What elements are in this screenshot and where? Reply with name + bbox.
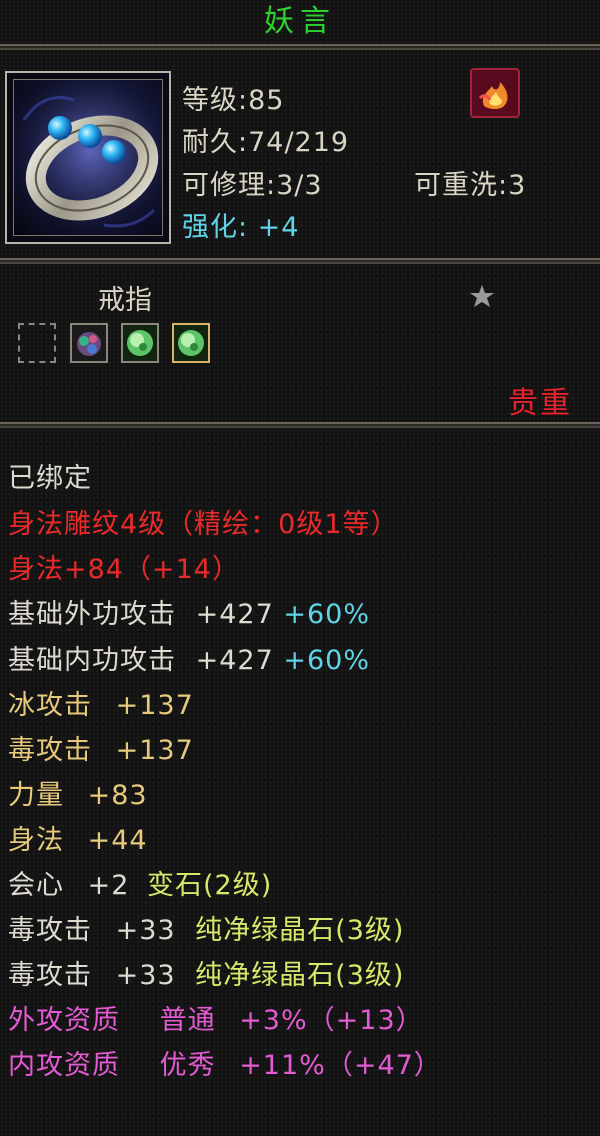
ext-aptitude-line: 外攻资质 普通 +3%（+13） bbox=[8, 998, 424, 1037]
attr-label: 毒攻击 bbox=[8, 735, 92, 766]
ext-attack-line: 基础外功攻击 +427 +60% bbox=[8, 592, 370, 631]
attr-value: +33 bbox=[115, 915, 176, 946]
attr-label: 外攻资质 bbox=[8, 1005, 120, 1036]
attr-grade: 普通 bbox=[159, 1005, 216, 1036]
attr-value: +3%（+13） bbox=[239, 1005, 424, 1036]
bound-status: 已绑定 bbox=[8, 463, 92, 494]
attr-value: +137 bbox=[115, 735, 194, 766]
attr-value: +427 bbox=[195, 599, 274, 630]
attr-gem: 纯净绿晶石(3级) bbox=[195, 960, 405, 991]
attr-label: 毒攻击 bbox=[8, 960, 92, 991]
int-aptitude-line: 内攻资质 优秀 +11%（+47） bbox=[8, 1043, 442, 1082]
attr-value: +44 bbox=[87, 825, 148, 856]
gem-slot-empty[interactable] bbox=[18, 323, 56, 363]
attr-label: 冰攻击 bbox=[8, 690, 92, 721]
attr-value: +33 bbox=[115, 960, 176, 991]
attr-pct: +60% bbox=[283, 645, 370, 676]
item-repairable: 可修理:3/3 bbox=[182, 170, 323, 201]
attr-value: +83 bbox=[87, 780, 148, 811]
item-level: 等级:85 bbox=[182, 85, 285, 116]
attr-pct: +60% bbox=[283, 599, 370, 630]
item-enhance: 强化: +4 bbox=[182, 212, 300, 243]
attr-label: 会心 bbox=[8, 870, 64, 901]
engrave-line: 身法雕纹4级（精绘：0级1等） bbox=[8, 509, 399, 540]
flame-badge-icon bbox=[470, 68, 520, 118]
divider-mid bbox=[0, 258, 600, 264]
attr-label: 力量 bbox=[8, 780, 64, 811]
attr-grade: 优秀 bbox=[159, 1050, 216, 1081]
attr-label: 基础内功攻击 bbox=[8, 645, 176, 676]
attr-value: +2 bbox=[87, 870, 130, 901]
star-icon bbox=[468, 282, 496, 310]
attr-label: 身法 bbox=[8, 825, 64, 856]
item-rarity: 贵重 bbox=[508, 386, 572, 421]
attr-label: 毒攻击 bbox=[8, 915, 92, 946]
ice-attack-line: 冰攻击 +137 bbox=[8, 683, 194, 722]
attr-label: 内攻资质 bbox=[8, 1050, 120, 1081]
attr-value: +427 bbox=[195, 645, 274, 676]
poison-attack-line: 毒攻击 +137 bbox=[8, 728, 194, 767]
gem-slot-green-highlight[interactable] bbox=[172, 323, 210, 363]
attr-label: 基础外功攻击 bbox=[8, 599, 176, 630]
int-attack-line: 基础内功攻击 +427 +60% bbox=[8, 638, 370, 677]
divider-bottom bbox=[0, 422, 600, 428]
item-icon-frame[interactable] bbox=[5, 71, 171, 244]
agility-line: 身法 +44 bbox=[8, 818, 148, 857]
item-durability: 耐久:74/219 bbox=[182, 127, 350, 158]
gem1-line: 毒攻击 +33 纯净绿晶石(3级) bbox=[8, 908, 404, 947]
item-rewash: 可重洗:3 bbox=[414, 170, 527, 201]
divider-top bbox=[0, 44, 600, 50]
ring-icon bbox=[13, 79, 163, 236]
agility-main-line: 身法+84（+14） bbox=[8, 554, 240, 585]
item-type: 戒指 bbox=[98, 285, 152, 316]
gem-slot-multicolor[interactable] bbox=[70, 323, 108, 363]
gem-slot-green[interactable] bbox=[121, 323, 159, 363]
gem2-line: 毒攻击 +33 纯净绿晶石(3级) bbox=[8, 953, 404, 992]
item-name: 妖言 bbox=[264, 4, 336, 39]
attr-value: +11%（+47） bbox=[239, 1050, 442, 1081]
attr-gem: 纯净绿晶石(3级) bbox=[195, 915, 405, 946]
attr-gem: 变石(2级) bbox=[147, 870, 273, 901]
strength-line: 力量 +83 bbox=[8, 773, 148, 812]
crit-line: 会心 +2 变石(2级) bbox=[8, 863, 272, 902]
attr-value: +137 bbox=[115, 690, 194, 721]
